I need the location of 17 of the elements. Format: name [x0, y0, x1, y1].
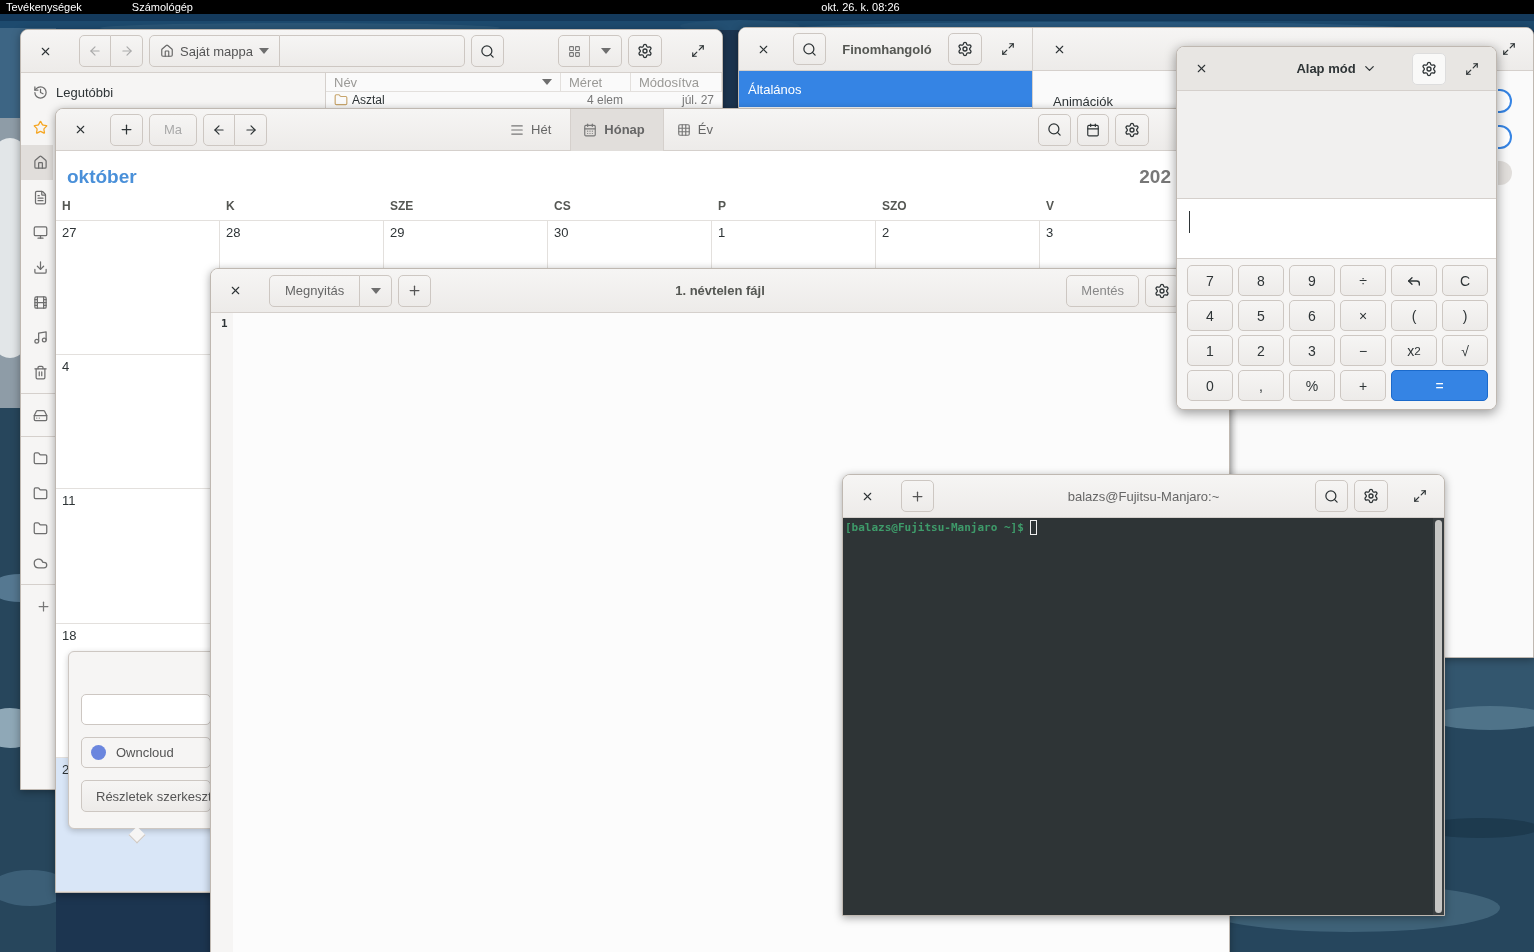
window-title: 1. névtelen fájl	[675, 283, 765, 298]
weekday-label: V	[1045, 199, 1055, 215]
year-title: 202	[1139, 166, 1171, 188]
weekday-label: H	[61, 199, 72, 215]
month-title: október	[67, 166, 137, 188]
line-number: 1	[221, 317, 229, 331]
weekday-label: K	[225, 199, 236, 215]
file-size: 4 elem	[585, 93, 624, 107]
weekday-label: SZO	[881, 199, 908, 215]
weekday-label: P	[717, 199, 727, 215]
setting-label: Animációk	[1053, 93, 1113, 109]
weekday-label: SZE	[389, 199, 415, 215]
window-title: Finomhangoló	[842, 41, 932, 57]
window-title: balazs@Fujitsu-Manjaro:~	[1067, 488, 1220, 504]
file-date: júl. 27	[680, 93, 715, 107]
shell-prompt: [balazs@Fujitsu-Manjaro ~]$	[845, 520, 1024, 535]
weekday-label: CS	[553, 199, 572, 215]
